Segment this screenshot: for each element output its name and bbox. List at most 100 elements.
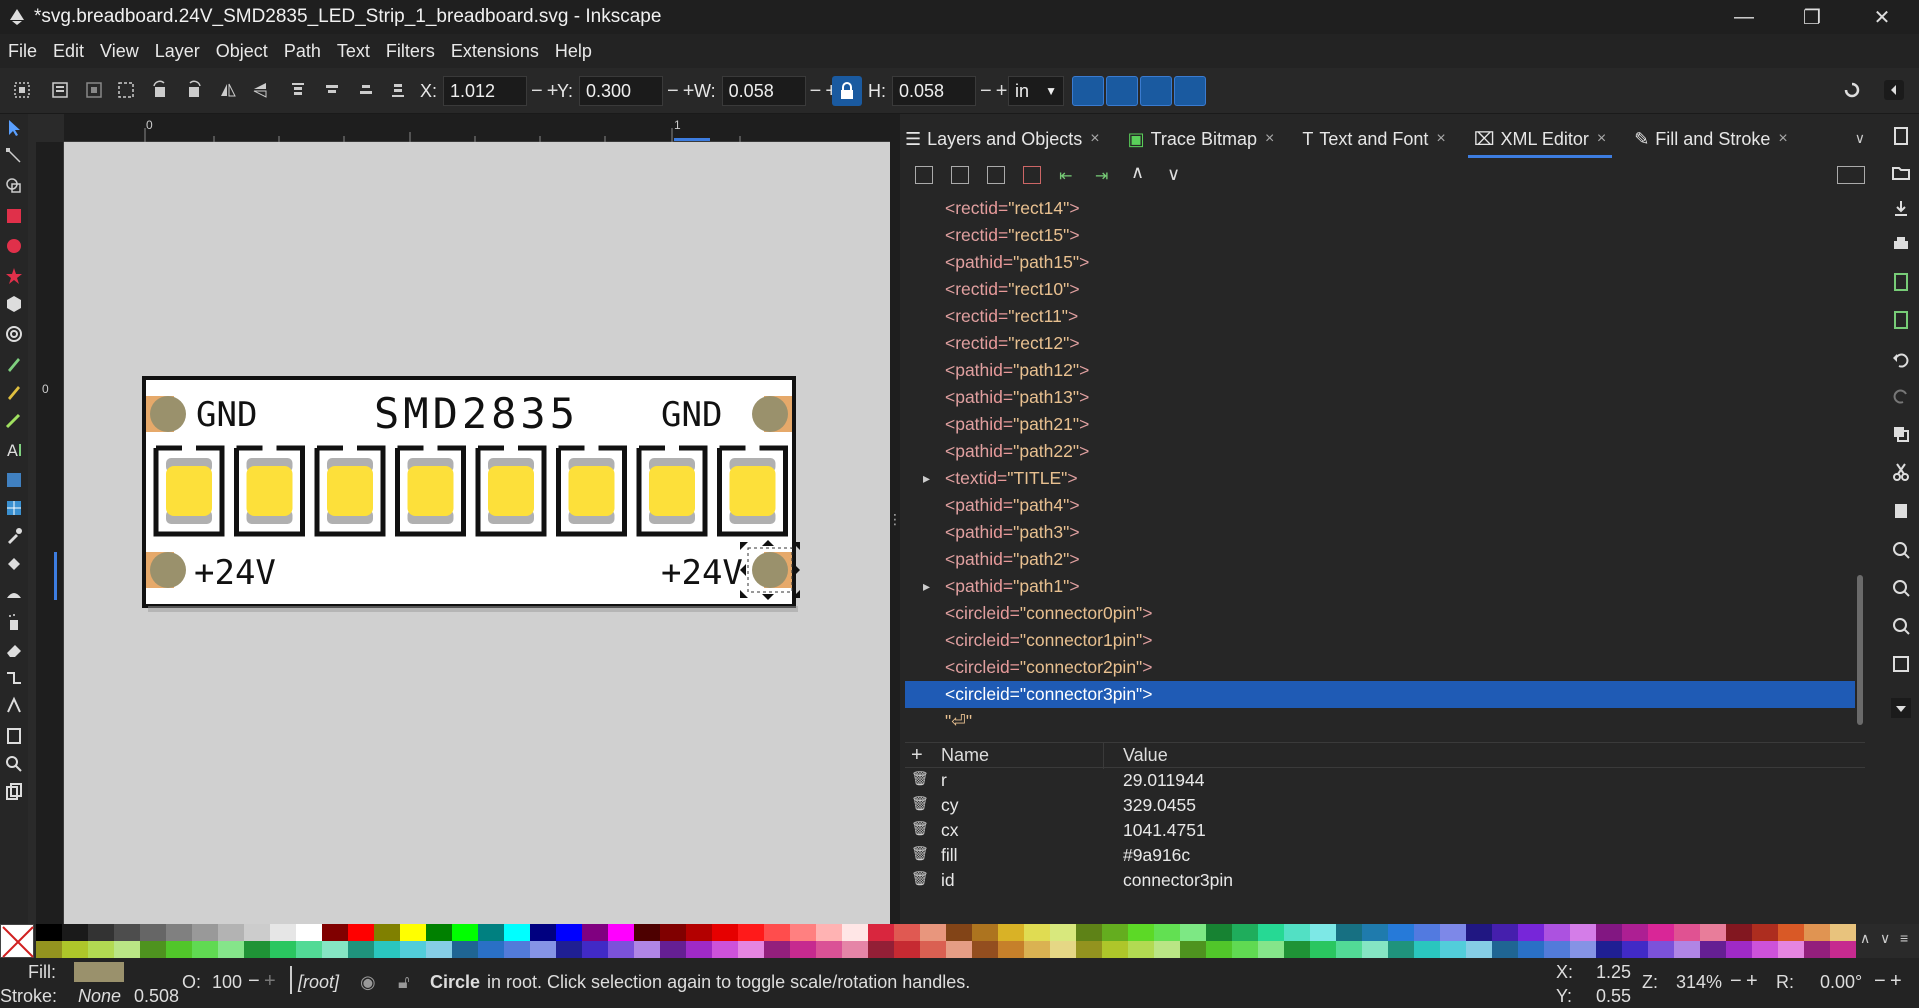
layer-visibility-icon[interactable]: ◉ (360, 972, 376, 993)
ellipse-tool-icon[interactable] (4, 236, 24, 256)
palette-swatch[interactable] (686, 941, 712, 958)
xml-node-connector0pin[interactable]: <circle id= "connector0pin" > (905, 600, 1855, 627)
connector1pin[interactable] (752, 396, 788, 432)
palette-swatch[interactable] (1492, 924, 1518, 941)
unit-select[interactable]: in ▼ (1008, 76, 1064, 106)
palette-swatch[interactable] (1206, 924, 1232, 941)
star-tool-icon[interactable] (4, 266, 24, 286)
raise-icon[interactable] (322, 80, 342, 100)
connector3pin[interactable] (752, 552, 788, 588)
delete-node-icon[interactable] (1023, 166, 1041, 184)
redo-icon[interactable] (1891, 386, 1911, 406)
palette-swatch[interactable] (1336, 924, 1362, 941)
palette-swatch[interactable] (478, 941, 504, 958)
transform-gradients-icon[interactable] (1140, 76, 1172, 106)
attribute-name[interactable]: cx (941, 820, 959, 841)
close-icon[interactable]: × (1436, 130, 1445, 148)
tab-layers-and-objects[interactable]: ☰ Layers and Objects × (905, 120, 1100, 158)
tab-trace-bitmap[interactable]: ▣ Trace Bitmap × (1128, 120, 1275, 158)
attribute-name[interactable]: cy (941, 795, 959, 816)
duplicate-node-icon[interactable] (987, 166, 1005, 184)
palette-swatch[interactable] (1804, 941, 1830, 958)
palette-swatch[interactable] (1596, 924, 1622, 941)
more-commands-icon[interactable] (1891, 698, 1911, 718)
attribute-name[interactable]: fill (941, 845, 958, 866)
xml-text-node[interactable]: "⏎" (905, 708, 1855, 733)
attribute-row-id[interactable]: 🗑︎ id connector3pin (905, 870, 1865, 900)
attribute-name[interactable]: id (941, 870, 955, 891)
new-document-icon[interactable] (1891, 126, 1911, 146)
palette-swatch[interactable] (1778, 924, 1804, 941)
palette-swatch[interactable] (894, 941, 920, 958)
palette-swatch[interactable] (1336, 941, 1362, 958)
palette-swatch[interactable] (244, 941, 270, 958)
chevron-down-icon[interactable]: ∨ (1855, 130, 1865, 147)
zoom-tool-icon[interactable] (4, 754, 24, 774)
palette-swatch[interactable] (1388, 924, 1414, 941)
palette-swatch[interactable] (1050, 941, 1076, 958)
xml-node-path22[interactable]: <path id= "path22" > (905, 438, 1855, 465)
palette-swatch[interactable] (1440, 924, 1466, 941)
menu-file[interactable]: File (8, 41, 37, 62)
current-layer[interactable]: [root] (298, 972, 339, 993)
add-attribute-button[interactable]: + (911, 744, 923, 767)
stroke-width-value[interactable]: 0.508 (134, 986, 179, 1007)
document-page[interactable]: GND SMD2835 GND +24V +24V (64, 142, 890, 924)
palette-swatch[interactable] (790, 941, 816, 958)
transform-patterns-icon[interactable] (1174, 76, 1206, 106)
flip-vertical-icon[interactable] (250, 80, 270, 100)
menu-layer[interactable]: Layer (155, 41, 200, 62)
maximize-button[interactable]: ❐ (1780, 0, 1844, 34)
select-all-icon[interactable] (12, 80, 32, 100)
palette-swatch[interactable] (88, 941, 114, 958)
palette-swatch[interactable] (1128, 924, 1154, 941)
delete-attribute-icon[interactable]: 🗑︎ (911, 845, 929, 862)
touch-select-icon[interactable] (116, 80, 136, 100)
palette-swatch[interactable] (842, 924, 868, 941)
rotate-increment-button[interactable]: + (1890, 970, 1902, 993)
palette-swatch[interactable] (1648, 941, 1674, 958)
horizontal-ruler[interactable]: 0 1 (64, 114, 890, 142)
menu-edit[interactable]: Edit (53, 41, 84, 62)
select-all-layers-icon[interactable] (50, 80, 70, 100)
indent-node-icon[interactable]: ⇥ (1095, 166, 1108, 186)
zoom-in-button[interactable]: + (1746, 970, 1758, 993)
stroke-value[interactable]: None (78, 986, 121, 1007)
new-text-node-icon[interactable] (951, 166, 969, 184)
snap-toggle-icon[interactable] (1842, 80, 1862, 100)
xml-node-rect15[interactable]: <rect id= "rect15" > (905, 222, 1855, 249)
zoom-drawing-icon[interactable] (1891, 578, 1911, 598)
palette-swatch[interactable] (218, 941, 244, 958)
palette-menu-icon[interactable]: ≡ (1900, 930, 1908, 946)
attribute-value[interactable]: #9a916c (1123, 845, 1190, 866)
palette-swatch[interactable] (400, 924, 426, 941)
palette-swatch[interactable] (738, 924, 764, 941)
palette-swatch[interactable] (608, 941, 634, 958)
tab-xml-editor[interactable]: ⌧ XML Editor × (1467, 120, 1613, 158)
palette-swatch[interactable] (946, 941, 972, 958)
palette-swatch[interactable] (1024, 941, 1050, 958)
flip-horizontal-icon[interactable] (218, 80, 238, 100)
cut-icon[interactable] (1891, 462, 1911, 482)
open-file-icon[interactable] (1891, 162, 1911, 182)
rotate-cw-icon[interactable] (184, 80, 204, 100)
undo-icon[interactable] (1891, 350, 1911, 370)
palette-swatch[interactable] (1648, 924, 1674, 941)
print-icon[interactable] (1891, 234, 1911, 254)
palette-swatch[interactable] (348, 941, 374, 958)
connector0pin[interactable] (150, 396, 186, 432)
palette-swatch[interactable] (36, 941, 62, 958)
calligraphy-tool-icon[interactable] (4, 410, 24, 430)
palette-swatch[interactable] (322, 941, 348, 958)
scale-corners-icon[interactable] (1106, 76, 1138, 106)
palette-swatch[interactable] (998, 941, 1024, 958)
unindent-node-icon[interactable]: ⇤ (1059, 166, 1072, 186)
opacity-input[interactable]: 100 (212, 972, 242, 993)
selector-tool-icon[interactable] (4, 118, 24, 138)
palette-swatch[interactable] (1752, 924, 1778, 941)
w-decrement-button[interactable]: − (810, 80, 822, 103)
palette-swatch[interactable] (764, 941, 790, 958)
xml-node-rect11[interactable]: <rect id= "rect11" > (905, 303, 1855, 330)
palette-swatch[interactable] (1284, 941, 1310, 958)
y-input[interactable]: 0.300 (579, 76, 664, 106)
